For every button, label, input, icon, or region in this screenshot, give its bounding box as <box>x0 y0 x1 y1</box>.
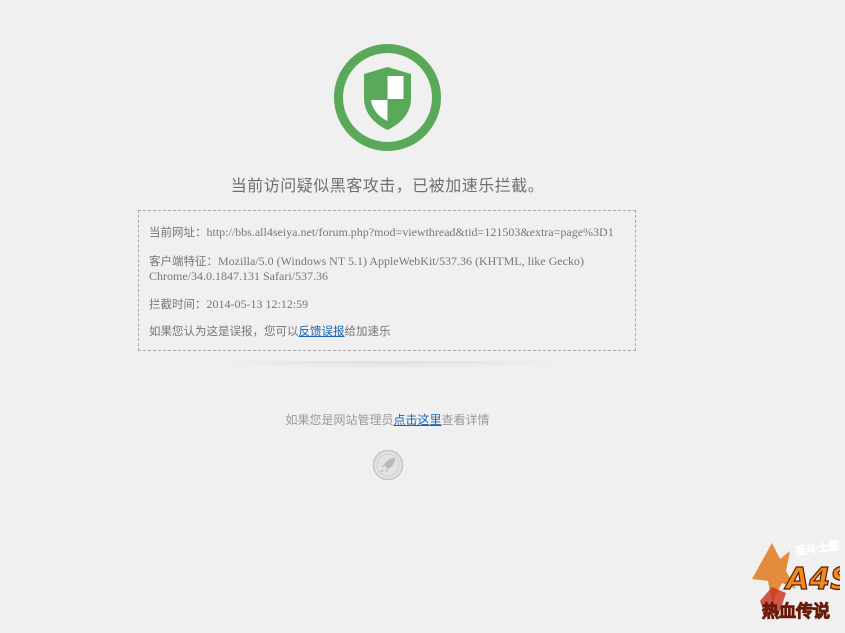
admin-line: 如果您是网站管理员点击这里查看详情 <box>0 411 775 428</box>
rocket-icon[interactable] <box>372 449 404 481</box>
report-suffix: 给加速乐 <box>344 324 391 338</box>
details-box: 当前网址：http://bbs.all4seiya.net/forum.php?… <box>138 210 636 351</box>
admin-prefix: 如果您是网站管理员 <box>285 413 394 427</box>
block-headline: 当前访问疑似黑客攻击，已被加速乐拦截。 <box>230 176 545 195</box>
current-url-label: 当前网址： <box>149 225 207 239</box>
admin-click-here-link[interactable]: 点击这里 <box>393 413 441 427</box>
report-false-positive-link[interactable]: 反馈误报 <box>299 324 345 338</box>
current-url-row: 当前网址：http://bbs.all4seiya.net/forum.php?… <box>149 225 629 240</box>
shield-icon <box>333 43 442 152</box>
user-agent-label: 客户端特征： <box>149 254 218 268</box>
divider-shadow <box>200 361 580 369</box>
report-prefix: 如果您认为这是误报，您可以 <box>149 324 299 338</box>
block-time-value: 2014-05-13 12:12:59 <box>206 297 309 311</box>
user-agent-row: 客户端特征：Mozilla/5.0 (Windows NT 5.1) Apple… <box>149 254 625 284</box>
report-row: 如果您认为这是误报，您可以反馈误报给加速乐 <box>149 324 391 339</box>
current-url-value: http://bbs.all4seiya.net/forum.php?mod=v… <box>206 225 614 239</box>
a4s-logo: 圣斗士星矢 A4S 热血传说 <box>742 531 845 627</box>
logo-top-text: 圣斗士星矢 <box>793 536 840 558</box>
admin-suffix: 查看详情 <box>441 413 490 427</box>
block-time-label: 拦截时间： <box>149 297 207 311</box>
logo-bottom-text: 热血传说 <box>762 601 830 622</box>
block-time-row: 拦截时间：2014-05-13 12:12:59 <box>149 297 308 312</box>
logo-main-text: A4S <box>784 562 840 597</box>
